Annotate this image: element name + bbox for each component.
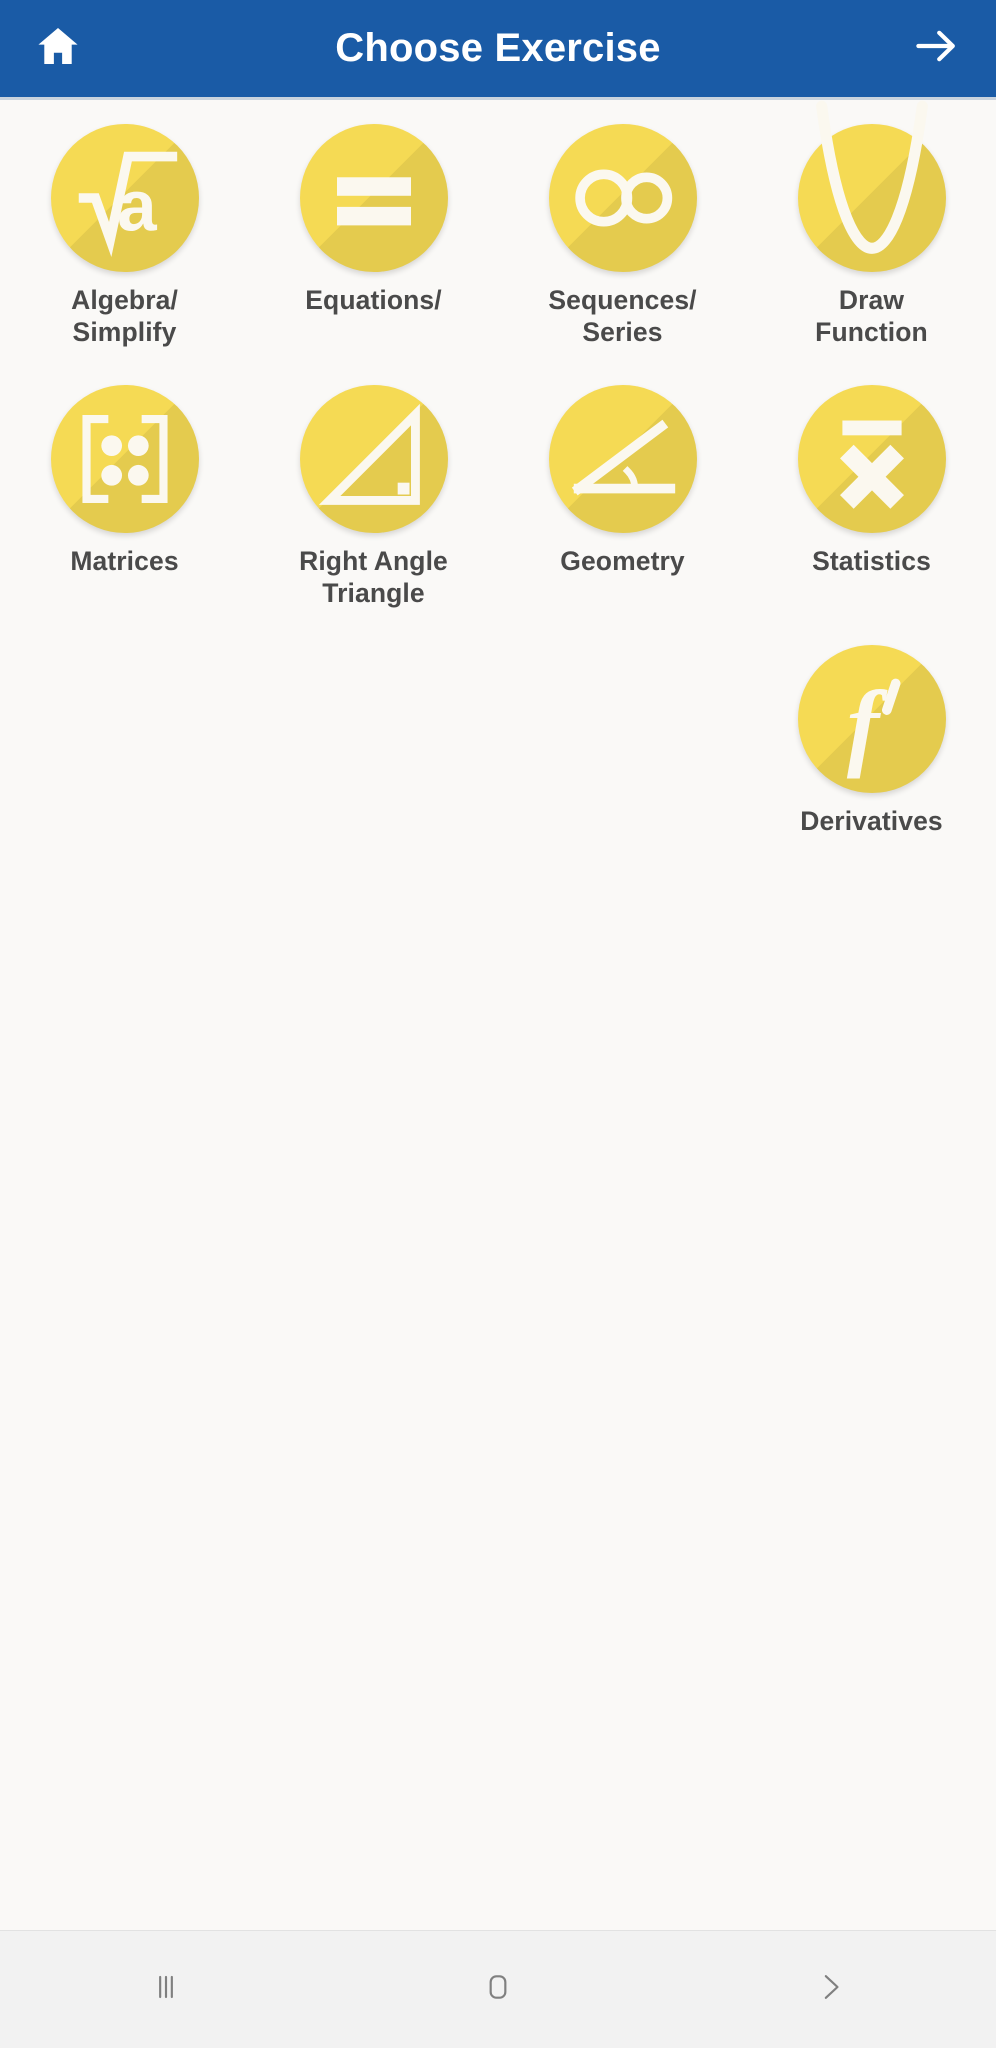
grid-spacer <box>0 635 249 837</box>
exercise-icon-wrap <box>548 124 697 272</box>
exercise-icon-wrap: f <box>797 645 946 794</box>
exercise-item-geometry[interactable]: Geometry <box>498 375 747 610</box>
exercise-item-right-angle-triangle[interactable]: Right Angle Triangle <box>249 375 498 610</box>
exercise-label-line1: Draw <box>838 285 905 315</box>
exercise-label-line1: Derivatives <box>800 806 943 837</box>
exercise-label-line2: Function <box>815 317 928 348</box>
exercise-label-line2: Simplify <box>72 317 177 348</box>
home-nav-button[interactable] <box>438 1955 558 2025</box>
exercise-label-line2: Triangle <box>322 577 425 608</box>
right-triangle-icon <box>318 403 420 505</box>
exercise-item-equations[interactable]: Equations/ <box>249 114 498 349</box>
exercise-item-algebra-simplify[interactable]: a Algebra/ Simplify <box>0 114 249 349</box>
grid-spacer <box>249 635 498 837</box>
arrow-right-icon <box>912 22 960 75</box>
exercise-label: Geometry <box>560 545 685 577</box>
exercise-label-line1: Matrices <box>70 545 179 576</box>
exercise-label-line1: Statistics <box>812 545 931 576</box>
exercise-item-draw-function[interactable]: Draw Function <box>747 100 996 349</box>
exercise-label: Right Angle Triangle <box>299 545 448 610</box>
exercise-label-line2: Series <box>582 317 663 348</box>
exercise-icon-wrap <box>797 100 946 272</box>
exercise-icon-wrap <box>797 384 946 533</box>
exercise-label-line1: Algebra/ <box>71 285 178 315</box>
page-title: Choose Exercise <box>335 26 661 70</box>
exercise-label: Draw Function <box>815 284 928 349</box>
grid-spacer <box>498 635 747 837</box>
system-navigation-bar <box>0 1930 996 2048</box>
f-prime-icon: f <box>846 672 900 780</box>
exercise-item-matrices[interactable]: Matrices <box>0 375 249 610</box>
exercise-label: Algebra/ Simplify <box>71 284 178 349</box>
exercise-label-line1: Sequences/ <box>548 285 697 315</box>
x-bar-mean-icon <box>839 420 904 509</box>
matrix-brackets-icon <box>81 414 168 503</box>
recent-apps-button[interactable] <box>106 1955 226 2025</box>
angle-icon <box>571 419 675 495</box>
exercise-grid: a Algebra/ Simplify Equations/ Sequences… <box>0 100 996 1930</box>
home-button[interactable] <box>30 21 86 77</box>
recent-apps-icon <box>146 1967 186 2012</box>
exercise-label-line1: Geometry <box>560 545 685 576</box>
svg-text:a: a <box>117 168 157 247</box>
exercise-label: Matrices <box>70 545 178 577</box>
svg-text:f: f <box>846 672 887 780</box>
chevron-right-icon <box>810 1967 850 2012</box>
square-root-a-icon: a <box>78 151 177 257</box>
equals-sign-icon <box>336 177 411 226</box>
back-button[interactable] <box>770 1955 890 2025</box>
next-button[interactable] <box>908 21 964 77</box>
infinity-icon <box>574 169 672 227</box>
app-root: Choose Exercise a Algebra/ Simplify Equa… <box>0 0 996 2048</box>
exercise-label: Statistics <box>812 545 931 577</box>
exercise-icon-wrap <box>299 384 448 533</box>
home-icon <box>35 23 81 74</box>
exercise-item-statistics[interactable]: Statistics <box>747 375 996 610</box>
home-square-icon <box>478 1967 518 2012</box>
exercise-icon-wrap <box>299 124 448 272</box>
exercise-label-line1: Right Angle <box>299 545 448 576</box>
exercise-label: Equations/ <box>305 284 441 316</box>
app-bar: Choose Exercise <box>0 0 996 97</box>
parabola-curve-icon <box>815 100 928 254</box>
exercise-label: Derivatives <box>800 805 943 837</box>
exercise-icon-wrap <box>50 384 199 533</box>
exercise-icon-wrap <box>548 384 697 533</box>
exercise-icon-wrap: a <box>50 124 199 272</box>
exercise-label: Sequences/ Series <box>548 284 696 349</box>
exercise-item-sequences-series[interactable]: Sequences/ Series <box>498 114 747 349</box>
exercise-item-derivatives[interactable]: f Derivatives <box>747 635 996 837</box>
exercise-label-line1: Equations/ <box>305 285 442 315</box>
